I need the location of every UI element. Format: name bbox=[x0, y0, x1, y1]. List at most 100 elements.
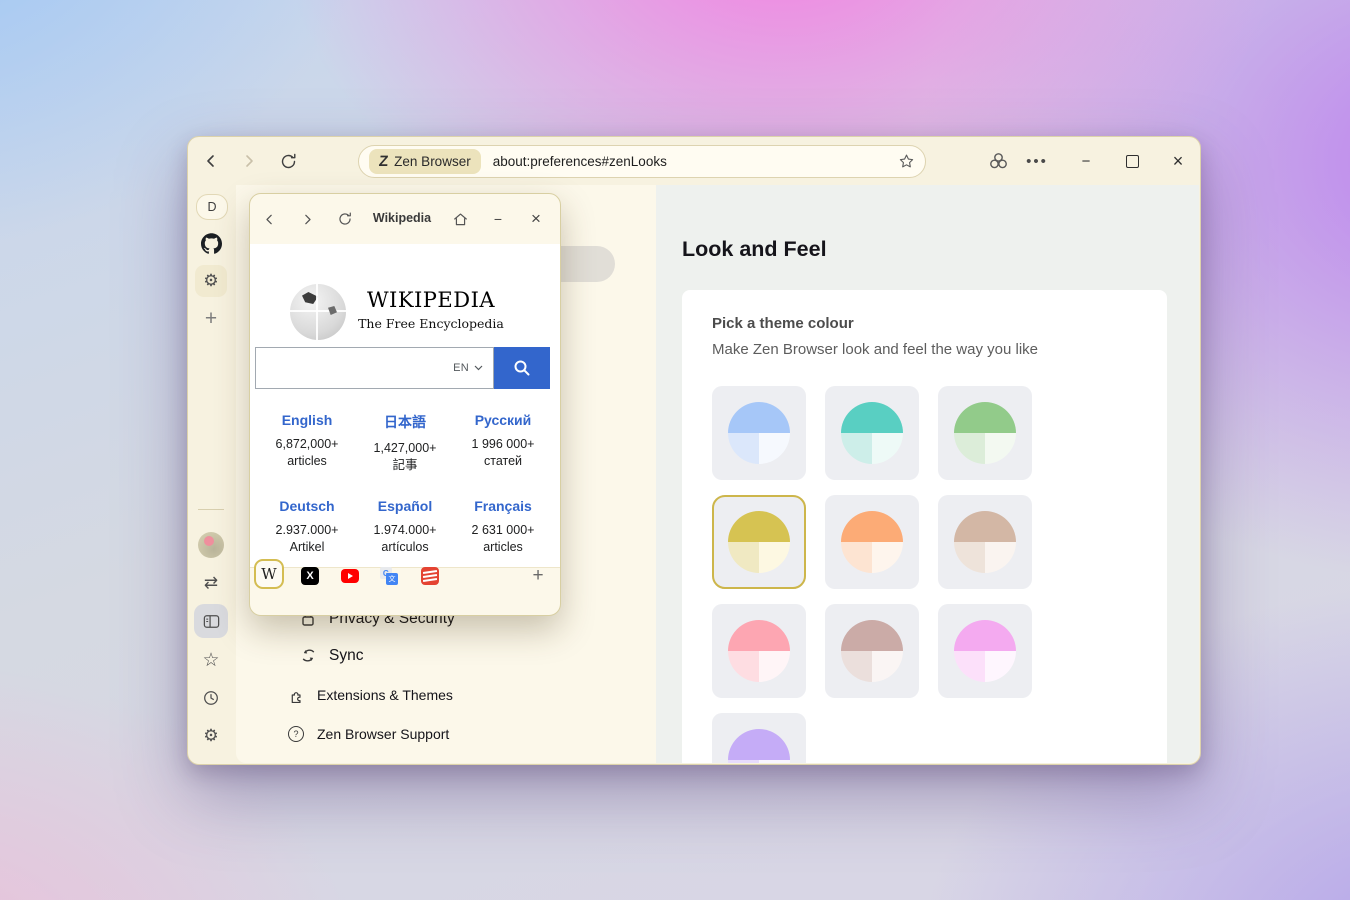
site-identity-chip[interactable]: Z Zen Browser bbox=[369, 149, 481, 174]
popup-forward-button[interactable] bbox=[294, 206, 320, 232]
wikipedia-popup-window: Wikipedia − × WIKIPEDIA The Free Enc bbox=[249, 193, 561, 616]
language-cell-german[interactable]: Deutsch 2.937.000+ Artikel bbox=[258, 498, 356, 556]
shortcut-wikipedia-selected[interactable]: W bbox=[254, 559, 284, 589]
avatar-dot bbox=[204, 536, 214, 546]
chevron-down-icon bbox=[474, 365, 483, 371]
theme-swatch-yellow[interactable] bbox=[712, 495, 806, 589]
popup-title: Wikipedia bbox=[370, 211, 434, 225]
popup-close-button[interactable]: × bbox=[523, 206, 549, 232]
theme-swatch-orange[interactable] bbox=[825, 495, 919, 589]
wikipedia-wordmark: WIKIPEDIA bbox=[346, 288, 516, 312]
page-title: Look and Feel bbox=[682, 237, 827, 262]
wikipedia-tagline: The Free Encyclopedia bbox=[346, 316, 516, 331]
theme-swatch-mauve[interactable] bbox=[825, 604, 919, 698]
nav-label: Extensions & Themes bbox=[317, 687, 453, 703]
theme-swatch-pink[interactable] bbox=[712, 604, 806, 698]
profile-avatar[interactable] bbox=[198, 532, 224, 558]
popup-minimize-button[interactable]: − bbox=[485, 206, 511, 232]
bookmark-star-icon[interactable] bbox=[898, 153, 915, 170]
history-button[interactable] bbox=[195, 682, 227, 714]
help-icon: ? bbox=[286, 726, 306, 742]
sync-icon bbox=[298, 647, 318, 664]
blue-theme-circle bbox=[728, 402, 790, 464]
theme-card: Pick a theme colour Make Zen Browser loo… bbox=[682, 290, 1167, 763]
swap-arrows-icon: ⇄ bbox=[204, 573, 218, 593]
forward-icon bbox=[240, 152, 258, 170]
pinned-tab-github[interactable] bbox=[195, 227, 227, 259]
language-cell-japanese[interactable]: 日本語 1,427,000+ 記事 bbox=[356, 412, 454, 474]
workspace-letter: D bbox=[207, 200, 216, 214]
card-heading: Pick a theme colour bbox=[712, 314, 1137, 334]
close-button[interactable]: × bbox=[1165, 148, 1191, 174]
wikipedia-language-grid: English 6,872,000+ articles 日本語 1,427,00… bbox=[258, 412, 552, 556]
address-bar[interactable]: Z Zen Browser about:preferences#zenLooks bbox=[358, 145, 926, 178]
theme-swatch-green[interactable] bbox=[938, 386, 1032, 480]
popup-reload-button[interactable] bbox=[332, 206, 358, 232]
pink-theme-circle bbox=[728, 620, 790, 682]
bookmarks-button[interactable]: ☆ bbox=[195, 644, 227, 676]
workspace-switcher-button[interactable]: ⇄ bbox=[195, 567, 227, 599]
teal-theme-circle bbox=[841, 402, 903, 464]
yellow-theme-circle bbox=[728, 511, 790, 573]
popup-chrome: Wikipedia − × bbox=[250, 194, 560, 244]
shortcut-x[interactable]: X bbox=[301, 567, 319, 585]
new-tab-button[interactable]: + bbox=[195, 303, 227, 335]
language-cell-english[interactable]: English 6,872,000+ articles bbox=[258, 412, 356, 474]
popup-shortcut-bar: W X G 文 + bbox=[250, 567, 560, 615]
add-shortcut-button[interactable]: + bbox=[528, 566, 548, 586]
maximize-button[interactable] bbox=[1119, 148, 1145, 174]
url-text[interactable]: about:preferences#zenLooks bbox=[493, 154, 898, 169]
orange-theme-circle bbox=[841, 511, 903, 573]
popup-home-button[interactable] bbox=[447, 206, 473, 232]
shortcut-youtube[interactable] bbox=[341, 569, 359, 583]
language-cell-french[interactable]: Français 2 631 000+ articles bbox=[454, 498, 552, 556]
back-button[interactable] bbox=[198, 148, 224, 174]
wikipedia-page: WIKIPEDIA The Free Encyclopedia EN Engli… bbox=[250, 244, 560, 568]
theme-swatch-teal[interactable] bbox=[825, 386, 919, 480]
wikipedia-w-icon: W bbox=[261, 565, 276, 583]
nav-item-support[interactable]: ? Zen Browser Support bbox=[286, 726, 449, 742]
sidebar-toggle-button[interactable] bbox=[194, 604, 228, 638]
gear-icon: ⚙ bbox=[203, 726, 218, 746]
maximize-icon bbox=[1126, 155, 1139, 168]
sidebar-panel-icon bbox=[202, 612, 221, 631]
menu-button[interactable]: ••• bbox=[1024, 148, 1050, 174]
close-icon: × bbox=[531, 209, 541, 229]
theme-swatch-tan[interactable] bbox=[938, 495, 1032, 589]
theme-swatch-purple[interactable] bbox=[712, 713, 806, 763]
puzzle-icon bbox=[286, 688, 306, 703]
search-icon bbox=[512, 358, 532, 378]
nav-item-sync[interactable]: Sync bbox=[298, 647, 363, 664]
settings-button[interactable]: ⚙ bbox=[195, 720, 227, 752]
wikipedia-header: WIKIPEDIA The Free Encyclopedia bbox=[346, 288, 516, 331]
nav-item-extensions-themes[interactable]: Extensions & Themes bbox=[286, 687, 453, 703]
sidebar-divider bbox=[198, 509, 224, 510]
wikipedia-search-input[interactable]: EN bbox=[255, 347, 494, 389]
browser-window: Z Zen Browser about:preferences#zenLooks… bbox=[187, 136, 1201, 765]
wikipedia-globe-logo bbox=[290, 284, 346, 340]
pinned-tab-settings-active[interactable]: ⚙ bbox=[195, 265, 227, 297]
star-icon: ☆ bbox=[202, 649, 219, 672]
translate-wen-icon: 文 bbox=[386, 573, 398, 585]
mauve-theme-circle bbox=[841, 620, 903, 682]
language-selector[interactable]: EN bbox=[453, 362, 469, 374]
theme-swatch-magenta[interactable] bbox=[938, 604, 1032, 698]
shortcut-todoist[interactable] bbox=[421, 567, 439, 585]
minimize-button[interactable]: − bbox=[1073, 148, 1099, 174]
x-logo-icon: X bbox=[306, 570, 313, 582]
language-cell-russian[interactable]: Русский 1 996 000+ статей bbox=[454, 412, 552, 474]
workspace-pill[interactable]: D bbox=[196, 194, 228, 220]
popup-back-button[interactable] bbox=[256, 206, 282, 232]
settings-content: Look and Feel Pick a theme colour Make Z… bbox=[656, 185, 1199, 763]
extensions-button[interactable] bbox=[985, 148, 1011, 174]
reload-button[interactable] bbox=[275, 148, 301, 174]
language-cell-spanish[interactable]: Español 1.974.000+ artículos bbox=[356, 498, 454, 556]
forward-button[interactable] bbox=[236, 148, 262, 174]
green-theme-circle bbox=[954, 402, 1016, 464]
clock-icon bbox=[202, 689, 220, 707]
shortcut-translate[interactable]: G 文 bbox=[380, 567, 398, 585]
card-subheading: Make Zen Browser look and feel the way y… bbox=[712, 340, 1137, 360]
theme-swatch-blue[interactable] bbox=[712, 386, 806, 480]
close-icon: × bbox=[1173, 151, 1184, 172]
wikipedia-search-button[interactable] bbox=[494, 347, 550, 389]
